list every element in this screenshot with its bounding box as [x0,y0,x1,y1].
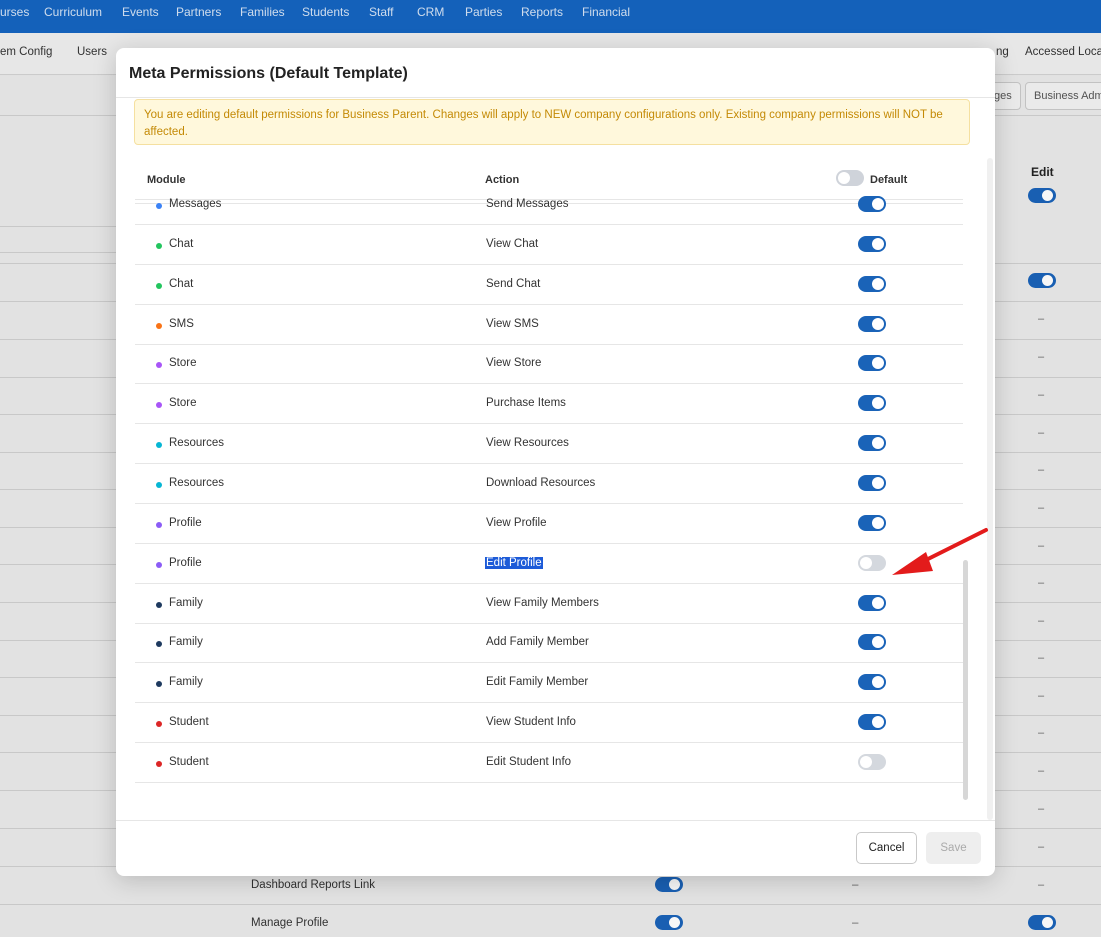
permission-toggle[interactable] [858,634,886,651]
action-name: View Chat [486,237,539,250]
permission-toggle[interactable] [858,714,886,731]
permission-toggle[interactable] [858,474,886,491]
module-color-dot [156,242,162,249]
module-color-dot [156,481,162,488]
module-color-dot [156,402,162,409]
action-name: Send Chat [486,277,541,290]
module-color-dot [156,601,162,608]
module-color-dot [156,641,162,648]
modal-footer: Cancel Save [116,820,995,876]
modal-scrollbar[interactable] [987,158,993,820]
permission-toggle[interactable] [858,674,886,691]
module-name: Profile [169,556,202,569]
permission-toggle[interactable] [858,554,886,571]
module-name: Family [169,596,203,609]
permission-row: Store Purchase Items [135,384,963,425]
default-toggle[interactable] [836,170,864,186]
meta-permissions-modal: Meta Permissions (Default Template) You … [116,48,995,876]
module-name: Resources [169,437,224,450]
permission-toggle[interactable] [858,753,886,770]
module-color-dot [156,721,162,728]
action-name: Add Family Member [486,636,589,649]
module-name: Store [169,397,197,410]
module-name: Student [169,755,209,768]
module-color-dot [156,561,162,568]
action-name: Edit Student Info [486,755,572,768]
permission-row: Resources Download Resources [135,464,963,504]
module-name: SMS [169,317,194,330]
permission-toggle[interactable] [858,594,886,611]
action-name: View Family Members [486,596,599,609]
action-name: View Profile [486,516,547,529]
module-color-dot [156,203,162,209]
action-name: Edit Profile [485,556,543,569]
module-color-dot [156,521,162,528]
permission-toggle[interactable] [858,435,886,452]
permission-toggle[interactable] [858,275,886,292]
module-color-dot [156,681,162,688]
save-button[interactable]: Save [926,832,981,864]
permission-row: Family Add Family Member [135,623,963,664]
permission-row: Family Edit Family Member [135,663,963,704]
action-name: View SMS [486,317,539,330]
module-name: Resources [169,476,224,489]
permission-row: Chat View Chat [135,225,963,265]
module-name: Chat [169,237,194,250]
action-name: Edit Family Member [486,676,589,689]
table-scrollbar[interactable] [963,560,968,800]
permission-row: Profile View Profile [135,504,963,544]
permission-toggle[interactable] [858,395,886,412]
module-name: Store [169,357,197,370]
permission-row: Store View Store [135,344,963,385]
action-name: Purchase Items [486,397,566,410]
module-name: Student [169,716,209,729]
red-arrow-annotation-icon [892,528,988,575]
permission-row: Messages Send Messages [135,185,963,225]
module-name: Profile [169,516,202,529]
permission-row: Family View Family Members [135,584,963,624]
permission-row: Student View Student Info [135,703,963,744]
module-color-dot [156,442,162,449]
module-name: Messages [169,198,222,210]
modal-title: Meta Permissions (Default Template) [129,65,408,82]
module-name: Chat [169,277,194,290]
module-color-dot [156,362,162,369]
permission-row: Student Edit Student Info [135,743,963,783]
action-name: Download Resources [486,476,596,489]
warning-notice: You are editing default permissions for … [134,99,970,145]
action-name: View Store [486,357,542,370]
cancel-button[interactable]: Cancel [856,832,917,864]
permission-toggle[interactable] [858,514,886,531]
action-name: View Student Info [486,716,576,729]
permission-row: Resources View Resources [135,424,963,465]
permission-row: Chat Send Chat [135,265,963,305]
permission-row: SMS View SMS [135,305,963,345]
module-color-dot [156,322,162,329]
module-color-dot [156,760,162,767]
module-color-dot [156,282,162,289]
module-name: Family [169,636,203,649]
modal-header: Meta Permissions (Default Template) [116,48,995,98]
action-name: Send Messages [486,198,569,210]
module-name: Family [169,676,203,689]
action-name: View Resources [486,437,569,450]
permission-row: Profile Edit Profile [135,544,963,584]
permission-toggle[interactable] [858,235,886,252]
permission-toggle[interactable] [858,355,886,372]
permission-toggle[interactable] [858,196,886,212]
permission-toggle[interactable] [858,315,886,332]
